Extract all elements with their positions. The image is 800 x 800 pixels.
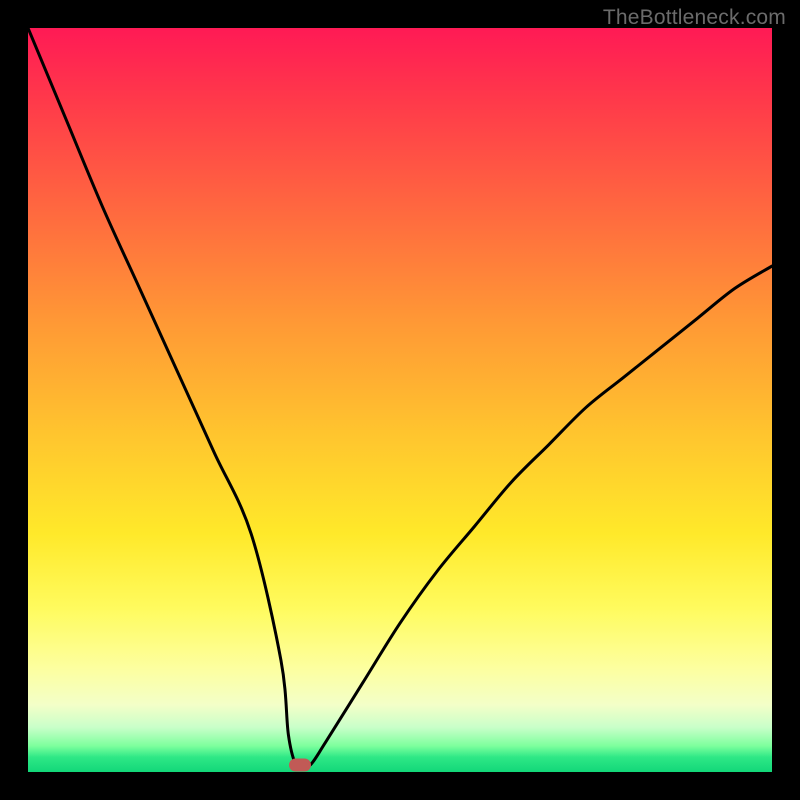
plot-area — [28, 28, 772, 772]
watermark-text: TheBottleneck.com — [603, 6, 786, 30]
bottleneck-curve — [28, 28, 772, 772]
chart-frame: TheBottleneck.com — [0, 0, 800, 800]
optimal-point-marker — [289, 758, 311, 771]
